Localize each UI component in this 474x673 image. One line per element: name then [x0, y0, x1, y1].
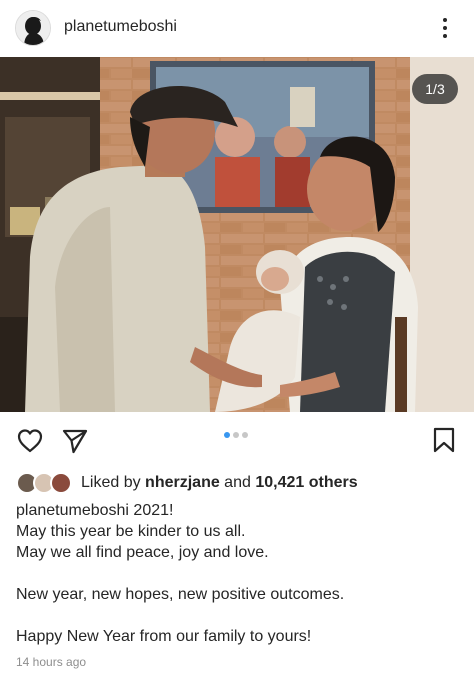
heart-icon[interactable]: [16, 427, 44, 455]
carousel-dot: [233, 432, 239, 438]
carousel-indicator: [224, 432, 248, 438]
post-timestamp: 14 hours ago: [16, 655, 87, 669]
caption-line: Happy New Year from our family to yours!: [16, 628, 312, 645]
post-username[interactable]: planetumeboshi: [64, 18, 177, 36]
caption-first-line: planetumeboshi 2021!: [16, 500, 461, 521]
likes-prefix: Liked by: [81, 474, 146, 491]
carousel-dot-active: [224, 432, 230, 438]
post-header: planetumeboshi: [0, 0, 474, 56]
carousel-dot: [242, 432, 248, 438]
liker-username[interactable]: nherzjane: [145, 474, 220, 491]
post-caption: planetumeboshi 2021! May this year be ki…: [16, 500, 461, 647]
paper-plane-icon[interactable]: [61, 427, 89, 455]
caption-username[interactable]: planetumeboshi: [16, 502, 129, 519]
action-bar: [0, 418, 474, 462]
post-photo[interactable]: [0, 57, 474, 412]
caption-line: May we all find peace, joy and love.: [16, 544, 269, 561]
caption-line: May this year be kinder to us all.: [16, 523, 246, 540]
likes-others-count[interactable]: 10,421 others: [255, 474, 357, 491]
image-counter-badge: 1/3: [412, 74, 458, 104]
bookmark-icon[interactable]: [431, 426, 457, 454]
user-avatar[interactable]: [15, 10, 51, 46]
caption-first-text: 2021!: [128, 502, 174, 519]
caption-line: New year, new hopes, new positive outcom…: [16, 586, 345, 603]
likes-text: Liked by nherzjane and 10,421 others: [81, 474, 358, 492]
liker-avatars: [16, 472, 74, 494]
liker-avatar: [50, 472, 72, 494]
likes-row[interactable]: Liked by nherzjane and 10,421 others: [16, 472, 358, 494]
avatar-silhouette-icon: [16, 11, 50, 45]
family-photo-image: [0, 57, 474, 412]
more-options-icon[interactable]: [436, 16, 454, 40]
likes-and: and: [219, 474, 256, 491]
